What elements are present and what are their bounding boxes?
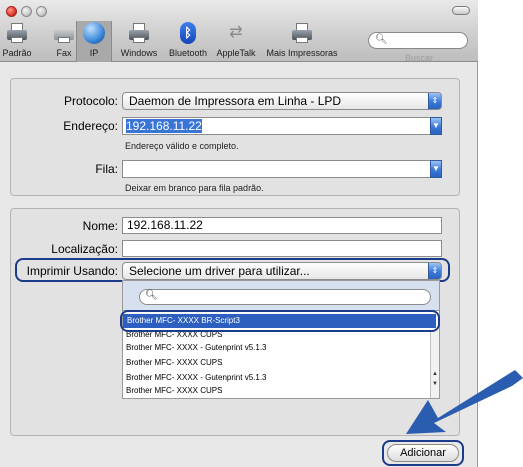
location-field[interactable]: [122, 240, 442, 257]
search-icon: 🔍︎: [375, 34, 388, 45]
toolbar-item-more-printers[interactable]: Mais Impressoras: [262, 22, 342, 58]
driver-search-input[interactable]: 🔍︎: [139, 289, 431, 305]
protocol-label: Protocolo:: [63, 94, 118, 108]
search-icon: 🔍︎: [145, 290, 158, 301]
address-hint: Endereço válido e completo.: [125, 141, 239, 151]
name-label: Nome:: [82, 219, 118, 233]
queue-combo[interactable]: ▼: [122, 160, 442, 178]
globe-icon: [83, 22, 105, 44]
selected-driver-item[interactable]: Brother MFC- XXXX BR-Script3: [123, 314, 436, 328]
toolbar-toggle-button[interactable]: [452, 6, 470, 15]
close-button[interactable]: [6, 6, 17, 17]
zoom-button[interactable]: [36, 6, 47, 17]
address-value: 192.168.11.22: [126, 119, 202, 133]
chevron-down-icon[interactable]: ▼: [430, 160, 442, 178]
toolbar-search-input[interactable]: 🔍︎: [368, 32, 468, 49]
print-using-label: Imprimir Usando:: [26, 264, 118, 278]
toolbar-item-appletalk[interactable]: ⇄ AppleTalk: [213, 22, 259, 58]
pointer-arrow-icon: [406, 370, 523, 434]
windows-printer-icon: [128, 22, 150, 44]
address-combo[interactable]: 192.168.11.22 ▼: [122, 117, 442, 135]
appletalk-icon: ⇄: [229, 24, 243, 41]
toolbar-item-ip[interactable]: IP: [80, 22, 108, 58]
chevron-down-icon[interactable]: ▼: [430, 117, 442, 135]
driver-list-item[interactable]: Brother MFC- XXXX CUPS: [126, 358, 222, 367]
queue-label: Fila:: [95, 162, 118, 176]
location-label: Localização:: [51, 242, 118, 256]
popup-arrows-icon: ⇕: [428, 263, 441, 279]
popup-arrows-icon: ⇕: [428, 93, 441, 109]
toolbar-item-windows[interactable]: Windows: [116, 22, 162, 58]
search-label: Buscar: [405, 53, 434, 63]
driver-list-item[interactable]: Brother MFC- XXXX CUPS: [126, 386, 222, 395]
driver-list-item[interactable]: Brother MFC- XXXX - Gutenprint v5.1.3: [126, 373, 267, 382]
address-label: Endereço:: [63, 119, 118, 133]
driver-list-item[interactable]: Brother MFC- XXXX - Gutenprint v5.1.3: [126, 343, 267, 352]
toolbar: Padrão Fax IP Windows ᛒ Bluetooth ⇄ Appl…: [0, 0, 478, 63]
print-using-value: Selecione um driver para utilizar...: [129, 264, 310, 278]
fax-icon: [53, 22, 75, 44]
queue-hint: Deixar em branco para fila padrão.: [125, 183, 264, 193]
add-button[interactable]: Adicionar: [387, 444, 459, 462]
name-field[interactable]: 192.168.11.22: [122, 217, 442, 234]
toolbar-item-bluetooth[interactable]: ᛒ Bluetooth: [166, 22, 210, 58]
bluetooth-icon: ᛒ: [177, 22, 199, 44]
protocol-popup[interactable]: Daemon de Impressora em Linha - LPD ⇕: [122, 92, 442, 110]
toolbar-item-default[interactable]: Padrão: [2, 22, 32, 58]
print-using-popup[interactable]: Selecione um driver para utilizar... ⇕: [122, 262, 442, 280]
minimize-button[interactable]: [21, 6, 32, 17]
protocol-value: Daemon de Impressora em Linha - LPD: [129, 94, 342, 108]
more-printers-icon: [291, 22, 313, 44]
printer-icon: [6, 22, 28, 44]
toolbar-item-fax[interactable]: Fax: [50, 22, 78, 58]
